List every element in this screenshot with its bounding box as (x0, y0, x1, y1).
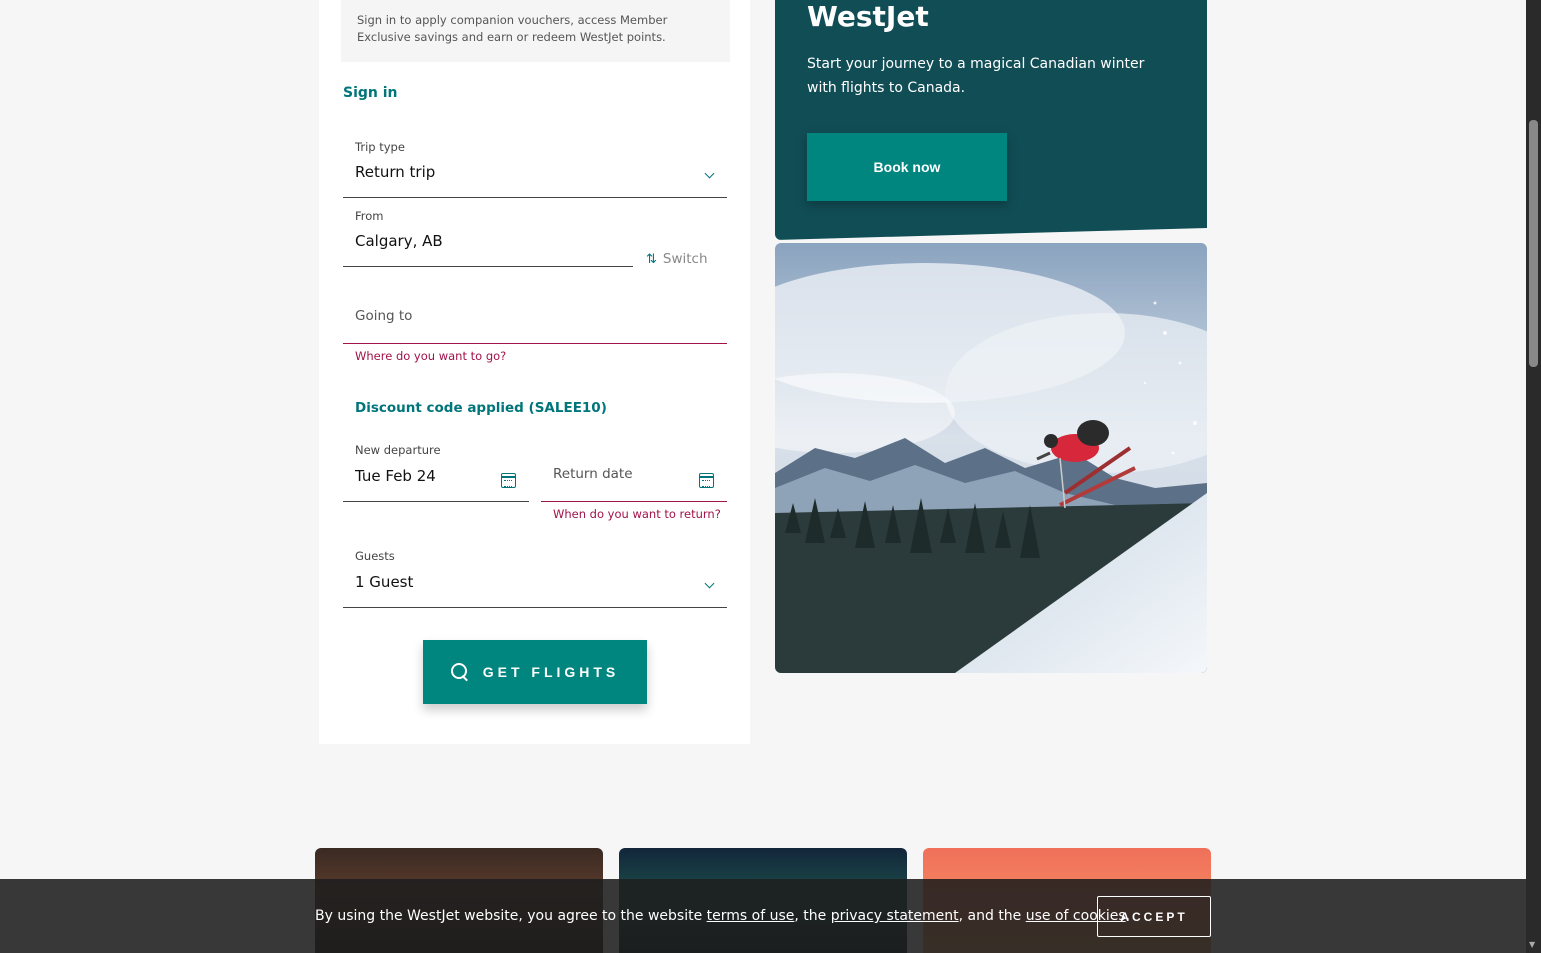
guests-label: Guests (355, 549, 395, 563)
cookie-banner: By using the WestJet website, you agree … (0, 879, 1526, 953)
skier-photo (775, 243, 1207, 673)
from-field[interactable]: From Calgary, AB (343, 199, 633, 267)
from-label: From (355, 209, 384, 223)
going-to-field[interactable]: Going to (343, 284, 727, 344)
promo-text: Start your journey to a magical Canadian… (807, 56, 1145, 96)
get-flights-label: GET FLIGHTS (482, 664, 620, 680)
search-icon (450, 663, 469, 681)
terms-of-use-link[interactable]: terms of use (707, 908, 795, 924)
cookie-text: By using the WestJet website, you agree … (315, 908, 1130, 924)
guests-value: 1 Guest (355, 573, 414, 591)
going-to-error: Where do you want to go? (355, 349, 507, 363)
signin-link[interactable]: Sign in (343, 85, 398, 101)
switch-label: Switch (662, 251, 708, 267)
scrollbar[interactable]: ▼ (1526, 0, 1541, 953)
guests-select[interactable]: Guests 1 Guest (343, 539, 727, 608)
cookie-text-mid2: , and the (958, 908, 1026, 924)
book-now-button[interactable]: Book now (807, 133, 1007, 201)
chevron-down-icon (704, 168, 715, 179)
calendar-icon[interactable] (699, 473, 714, 488)
promo-banner: WestJet Start your journey to a magical … (775, 0, 1207, 240)
signin-note: Sign in to apply companion vouchers, acc… (341, 0, 730, 62)
from-value: Calgary, AB (355, 232, 443, 250)
trip-type-label: Trip type (355, 140, 405, 154)
switch-button[interactable]: ⇅ Switch (646, 251, 708, 267)
skier-image (775, 243, 1207, 673)
discount-applied[interactable]: Discount code applied (SALEE10) (355, 400, 607, 416)
going-to-placeholder: Going to (355, 308, 413, 324)
departure-value: Tue Feb 24 (355, 467, 436, 485)
promo-title: WestJet (807, 0, 929, 33)
departure-date-field[interactable]: New departure Tue Feb 24 (343, 433, 529, 502)
cookie-text-mid1: , the (794, 908, 831, 924)
switch-arrows-icon: ⇅ (646, 251, 657, 267)
scrollbar-thumb[interactable] (1529, 120, 1538, 367)
cookie-text-before: By using the WestJet website, you agree … (315, 908, 707, 924)
privacy-statement-link[interactable]: privacy statement (831, 908, 959, 924)
return-date-field[interactable]: Return date (541, 433, 727, 502)
chevron-down-icon (704, 578, 715, 589)
trip-type-select[interactable]: Trip type Return trip (343, 130, 727, 198)
return-date-error: When do you want to return? (553, 507, 721, 521)
return-date-placeholder: Return date (553, 466, 633, 482)
trip-type-value: Return trip (355, 163, 436, 181)
get-flights-button[interactable]: GET FLIGHTS (423, 640, 647, 704)
scroll-down-icon[interactable]: ▼ (1529, 940, 1535, 949)
departure-label: New departure (355, 443, 441, 457)
booking-panel: Sign in to apply companion vouchers, acc… (319, 0, 750, 744)
calendar-icon[interactable] (501, 473, 516, 488)
accept-cookies-button[interactable]: ACCEPT (1097, 896, 1211, 937)
